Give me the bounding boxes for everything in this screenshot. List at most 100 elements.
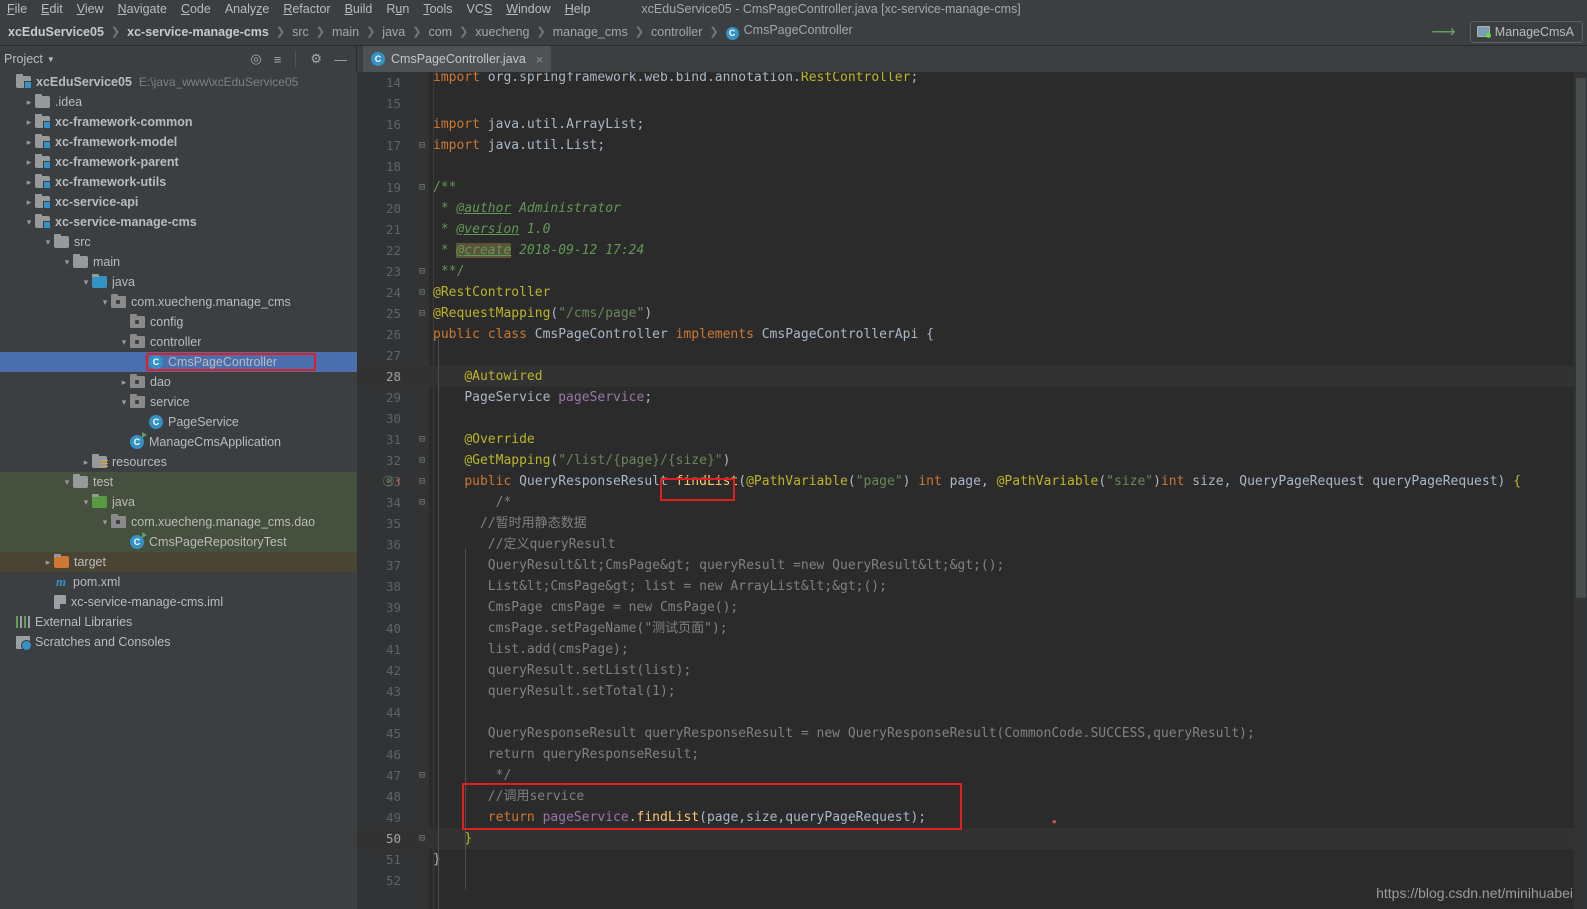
menu-vcs[interactable]: VCS	[460, 0, 500, 18]
tree-item-controller[interactable]: ▾ controller	[0, 332, 357, 352]
hide-icon[interactable]: —	[334, 52, 347, 67]
chevron-right-icon[interactable]: ▸	[23, 137, 35, 148]
collapse-all-icon[interactable]: ≡	[274, 52, 282, 67]
fold-toggle-icon[interactable]: ⊟	[415, 282, 429, 303]
breadcrumb-xc-service-manage-cms[interactable]: xc-service-manage-cms	[121, 25, 275, 39]
chevron-right-icon[interactable]: ▸	[23, 97, 35, 108]
tree-item-xc-service-api[interactable]: ▸ xc-service-api	[0, 192, 357, 212]
fold-toggle-icon[interactable]: ⊟	[415, 471, 429, 492]
chevron-down-icon[interactable]: ▾	[99, 517, 111, 528]
navigate-up-gutter-icon[interactable]: ↑	[395, 471, 402, 492]
chevron-right-icon[interactable]: ▸	[23, 177, 35, 188]
tree-item-xc-service-manage-cms[interactable]: ▾ xc-service-manage-cms	[0, 212, 357, 232]
menu-analyze[interactable]: Analyze	[218, 0, 276, 18]
tree-item-scratches-and-consoles[interactable]: Scratches and Consoles	[0, 632, 357, 652]
tree-item-cmspagecontroller[interactable]: C CmsPageController	[0, 352, 357, 372]
close-icon[interactable]: ×	[536, 52, 544, 67]
scrollbar-thumb[interactable]	[1576, 78, 1586, 598]
fold-toggle-icon[interactable]: ⊟	[415, 303, 429, 324]
tree-item-pageservice[interactable]: C PageService	[0, 412, 357, 432]
fold-toggle-icon[interactable]: ⊟	[415, 177, 429, 198]
breadcrumb-src[interactable]: src	[286, 25, 315, 39]
tree-item-java[interactable]: ▾ java	[0, 272, 357, 292]
navigate-up-icon[interactable]: ⟶	[1431, 23, 1455, 40]
menu-build[interactable]: Build	[338, 0, 380, 18]
breadcrumb-cmspagecontroller[interactable]: C CmsPageController	[720, 23, 859, 40]
tree-item-xc-framework-model[interactable]: ▸ xc-framework-model	[0, 132, 357, 152]
run-configuration-selector[interactable]: ManageCmsA	[1469, 20, 1583, 43]
chevron-down-icon[interactable]: ▾	[118, 337, 130, 348]
project-panel-title[interactable]: Project	[4, 52, 43, 66]
breadcrumb-xuecheng[interactable]: xuecheng	[469, 25, 535, 39]
chevron-down-icon[interactable]: ▾	[99, 297, 111, 308]
tree-item--idea[interactable]: ▸ .idea	[0, 92, 357, 112]
tree-item-main[interactable]: ▾ main	[0, 252, 357, 272]
fold-toggle-icon[interactable]: ⊟	[415, 450, 429, 471]
menu-edit[interactable]: Edit	[34, 0, 70, 18]
tree-item-dao[interactable]: ▸ dao	[0, 372, 357, 392]
tree-item-target[interactable]: ▸ target	[0, 552, 357, 572]
tree-item-resources[interactable]: ▸ resources	[0, 452, 357, 472]
breadcrumb-main[interactable]: main	[326, 25, 365, 39]
chevron-down-icon[interactable]: ▾	[61, 257, 73, 268]
editor-scrollbar[interactable]	[1574, 72, 1587, 909]
locate-target-icon[interactable]: ◎	[250, 51, 261, 67]
tree-item-xceduservice05[interactable]: xcEduService05 E:\java_www\xcEduService05	[0, 72, 357, 92]
menu-help[interactable]: Help	[558, 0, 598, 18]
breadcrumb-controller[interactable]: controller	[645, 25, 708, 39]
tree-item-pom-xml[interactable]: m pom.xml	[0, 572, 357, 592]
code-editor[interactable]: 14 import org.springframework.web.bind.an…	[357, 72, 1587, 909]
tree-item-config[interactable]: config	[0, 312, 357, 332]
chevron-down-icon[interactable]: ▾	[42, 237, 54, 248]
tree-item-com-xuecheng-manage-cms-dao[interactable]: ▾ com.xuecheng.manage_cms.dao	[0, 512, 357, 532]
fold-toggle-icon[interactable]: ⊟	[415, 765, 429, 786]
fold-toggle-icon[interactable]: ⊟	[415, 135, 429, 156]
menu-code[interactable]: Code	[174, 0, 218, 18]
chevron-right-icon[interactable]: ▸	[23, 157, 35, 168]
breadcrumb-com[interactable]: com	[422, 25, 458, 39]
fold-toggle-icon[interactable]: ⊟	[415, 828, 429, 849]
tree-item-src[interactable]: ▾ src	[0, 232, 357, 252]
chevron-down-icon[interactable]: ▾	[80, 497, 92, 508]
tree-item-xc-framework-utils[interactable]: ▸ xc-framework-utils	[0, 172, 357, 192]
tree-item-cmspagerepositorytest[interactable]: C CmsPageRepositoryTest	[0, 532, 357, 552]
breadcrumb-java[interactable]: java	[376, 25, 411, 39]
chevron-down-icon[interactable]: ▼	[47, 55, 55, 64]
menu-refactor[interactable]: Refactor	[276, 0, 337, 18]
fold-toggle-icon[interactable]: ⊟	[415, 429, 429, 450]
tree-item-xc-framework-common[interactable]: ▸ xc-framework-common	[0, 112, 357, 132]
breadcrumb-xceduservice05[interactable]: xcEduService05	[2, 25, 110, 39]
menu-view[interactable]: View	[70, 0, 111, 18]
tree-item-external-libraries[interactable]: External Libraries	[0, 612, 357, 632]
menu-run[interactable]: Run	[379, 0, 416, 18]
chevron-right-icon[interactable]: ▸	[118, 377, 130, 388]
tree-item-xc-service-manage-cms-iml[interactable]: xc-service-manage-cms.iml	[0, 592, 357, 612]
chevron-right-icon[interactable]: ▸	[80, 457, 92, 468]
chevron-right-icon[interactable]: ▸	[42, 557, 54, 568]
chevron-right-icon[interactable]: ▸	[23, 117, 35, 128]
chevron-down-icon[interactable]: ▾	[80, 277, 92, 288]
tree-item-test[interactable]: ▾ test	[0, 472, 357, 492]
tree-item-label: CmsPageRepositoryTest	[149, 535, 287, 549]
chevron-right-icon[interactable]: ▸	[23, 197, 35, 208]
chevron-down-icon[interactable]: ▾	[118, 397, 130, 408]
tree-item-xc-framework-parent[interactable]: ▸ xc-framework-parent	[0, 152, 357, 172]
menu-tools[interactable]: Tools	[416, 0, 459, 18]
fold-toggle-icon[interactable]: ⊟	[415, 492, 429, 513]
tab-cmspagecontroller-java[interactable]: C CmsPageController.java ×	[363, 46, 552, 72]
gear-icon[interactable]: ⚙	[310, 51, 322, 67]
tree-item-service[interactable]: ▾ service	[0, 392, 357, 412]
chevron-down-icon[interactable]: ▾	[61, 477, 73, 488]
tree-item-java[interactable]: ▾ java	[0, 492, 357, 512]
implements-method-gutter-icon[interactable]: ⓞ	[383, 471, 394, 492]
tree-item-com-xuecheng-manage-cms[interactable]: ▾ com.xuecheng.manage_cms	[0, 292, 357, 312]
menu-window[interactable]: Window	[499, 0, 557, 18]
tree-item-managecmsapplication[interactable]: C ManageCmsApplication	[0, 432, 357, 452]
fold-toggle-icon[interactable]: ⊟	[415, 261, 429, 282]
breadcrumb-manage-cms[interactable]: manage_cms	[547, 25, 634, 39]
chevron-down-icon[interactable]: ▾	[23, 217, 35, 228]
menu-navigate[interactable]: Navigate	[111, 0, 174, 18]
project-tree[interactable]: xcEduService05 E:\java_www\xcEduService05…	[0, 72, 357, 909]
code-line-46: 46 return queryResponseResult;	[357, 744, 1587, 765]
menu-file[interactable]: File	[0, 0, 34, 18]
